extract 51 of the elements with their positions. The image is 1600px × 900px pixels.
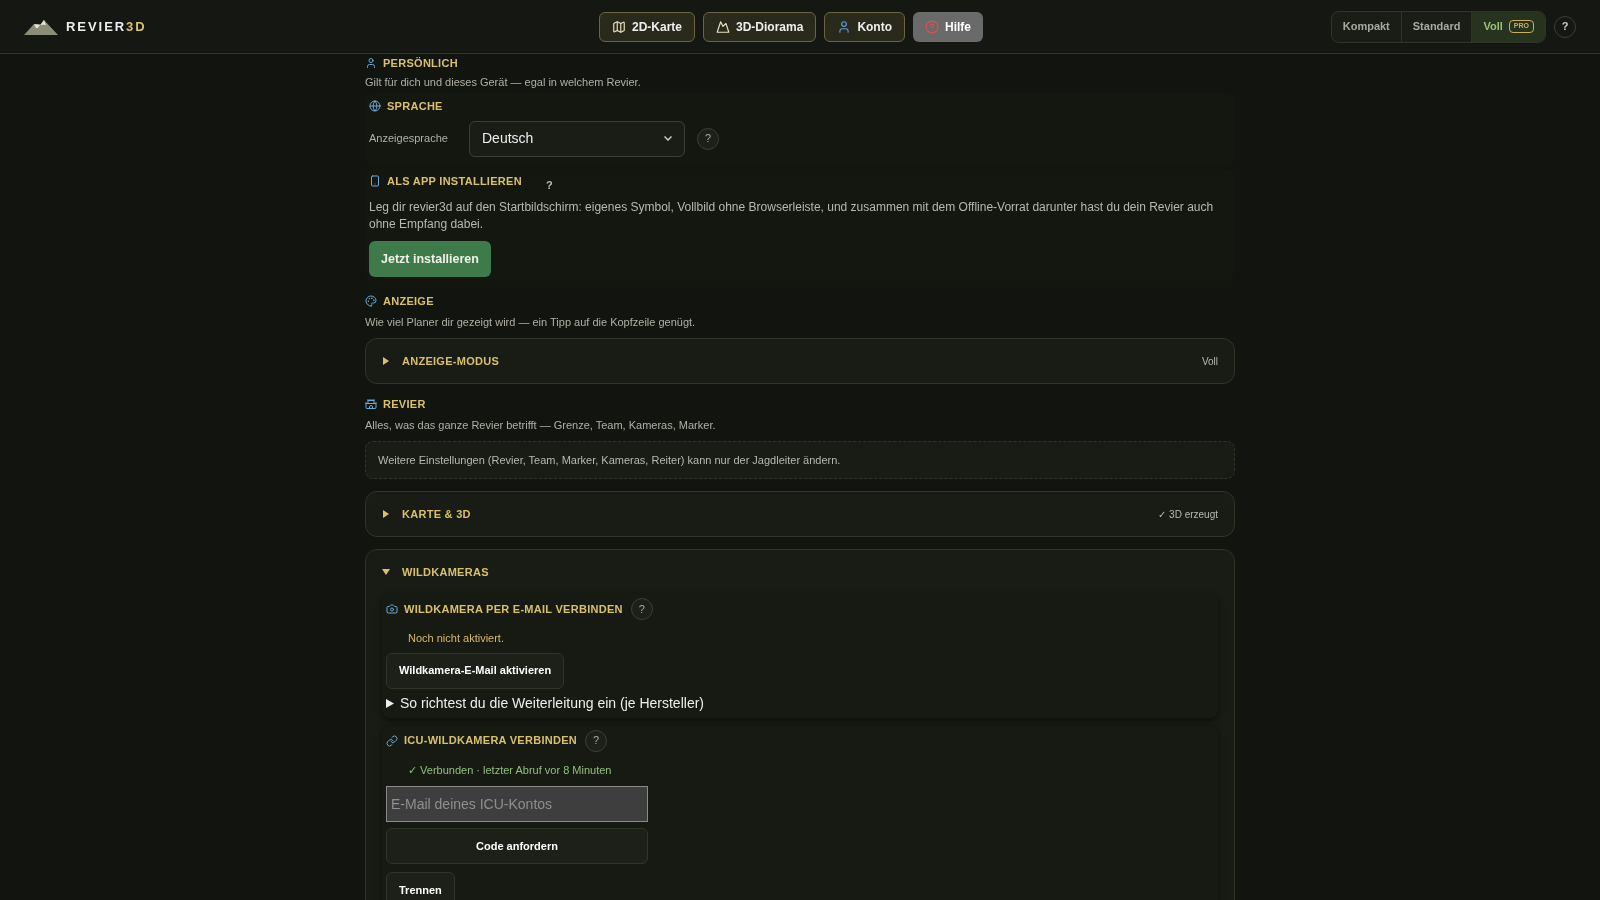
section-heading: WILDKAMERA PER E-MAIL VERBINDEN <box>404 601 623 617</box>
field-label: Anzeigesprache <box>369 131 449 147</box>
email-field[interactable]: E-Mail deines ICU-Kontos <box>386 786 648 822</box>
chevron-down-icon <box>664 136 672 141</box>
brand-name: REVIER3D <box>66 17 147 36</box>
castle-icon <box>365 398 377 411</box>
nav-button[interactable]: Konto <box>824 11 906 42</box>
install-description: Leg dir revier3d auf den Startbildschirm: eigenes Symbol, Vollbild ohne Browserleiste, und zusammen mit dem Offline-Vorrat darunter hast du dein Revier auch ohne Empfang dabei. <box>369 199 1215 233</box>
section-heading: SPRACHE <box>387 99 443 114</box>
disclosure-icon <box>386 698 394 708</box>
nav-button[interactable]: Hilfe <box>913 11 984 42</box>
details-summary[interactable]: So richtest du die Weiterleitung ein (je Hersteller) <box>400 692 704 714</box>
nav-button[interactable]: 3D-Diorama <box>703 11 817 42</box>
panel-title[interactable]: ANZEIGE-MODUS <box>402 352 500 370</box>
palette-icon <box>365 295 377 308</box>
section-heading: ICU-WILDKAMERA VERBINDEN <box>404 733 578 749</box>
phone-icon <box>369 174 381 187</box>
help-button[interactable]: ? <box>585 729 608 752</box>
notice-box: Weitere Einstellungen (Revier, Team, Marker, Kameras, Reiter) kann nur der Jagdleiter ändern. <box>365 441 1235 479</box>
user-icon <box>365 57 377 70</box>
link-icon <box>386 734 398 747</box>
panel-title[interactable]: WILDKAMERAS <box>402 563 489 581</box>
section-subtitle: Wie viel Planer dir gezeigt wird — ein Tipp auf die Kopfzeile genügt. <box>365 314 697 330</box>
action-button[interactable]: Trennen <box>386 872 455 900</box>
section-heading: REVIER <box>383 397 426 412</box>
panel-value: Voll <box>1201 354 1218 369</box>
section-subtitle: Gilt für dich und dieses Gerät — egal in welchem Revier. <box>365 74 642 90</box>
section-heading: PERSÖNLICH <box>383 56 458 71</box>
help-mark[interactable]: ? <box>545 176 553 193</box>
help-button[interactable]: ? <box>697 127 719 150</box>
status-text: Noch nicht aktiviert. <box>408 631 505 646</box>
user-icon <box>837 19 852 34</box>
nav-button[interactable]: 2D-Karte <box>599 11 695 42</box>
mountain-logo <box>24 18 58 35</box>
camera-icon <box>386 603 398 615</box>
language-select[interactable]: Deutsch <box>469 120 685 157</box>
help-button[interactable]: ? <box>630 598 653 620</box>
mountain-icon <box>716 19 730 34</box>
install-button[interactable]: Jetzt installieren <box>369 241 491 277</box>
action-button[interactable]: Code anfordern <box>386 828 648 864</box>
panel-title[interactable]: KARTE & 3D <box>402 505 471 523</box>
section-subtitle: Alles, was das ganze Revier betrifft — Grenze, Team, Kameras, Marker. <box>365 417 717 433</box>
globe-icon <box>369 100 381 113</box>
section-heading: ANZEIGE <box>383 294 434 309</box>
action-button[interactable]: Wildkamera-E-Mail aktivieren <box>386 652 565 689</box>
status-text: ✓ Verbunden · letzter Abruf vor 8 Minuten <box>408 762 613 778</box>
mode-tab[interactable]: Kompakt <box>1331 11 1401 42</box>
map-icon <box>612 19 626 34</box>
panel-value: ✓ 3D erzeugt <box>1158 507 1218 522</box>
question-icon <box>925 19 940 34</box>
section-heading: ALS APP INSTALLIEREN <box>387 173 522 189</box>
